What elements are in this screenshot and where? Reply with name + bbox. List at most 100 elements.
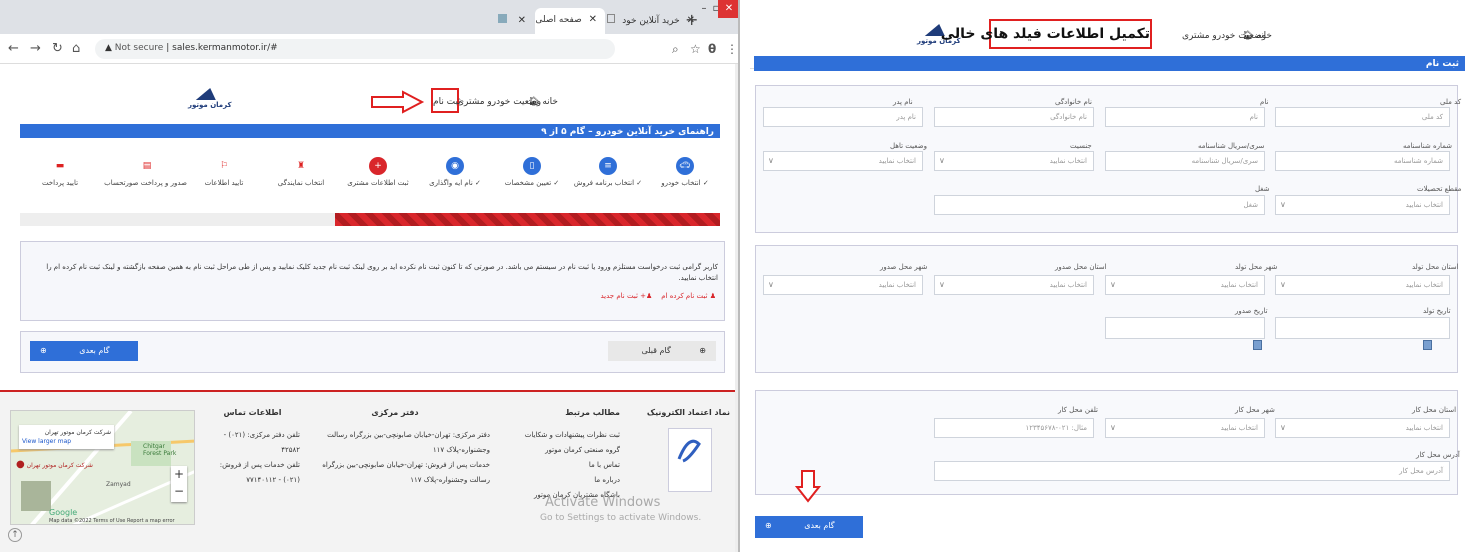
work-province-label: استان محل کار (1412, 406, 1457, 414)
step-8[interactable]: ▤ صدور و پرداخت صورتحساب (104, 157, 187, 187)
circle-arrow-icon: ⊕ (40, 346, 47, 355)
nav-register[interactable]: ثبت نام (433, 97, 461, 107)
forward-icon[interactable]: → (30, 41, 41, 56)
national-id-input[interactable]: کد ملی (1275, 107, 1450, 127)
close-icon[interactable]: ✕ (518, 15, 526, 26)
profile-icon[interactable]: θ (708, 42, 716, 56)
address-bar-row: ← → ↻ ⌂ ▲ Not secure | sales.kermanmotor… (0, 34, 738, 64)
trust-badge-icon[interactable] (668, 428, 712, 492)
logo-bird-icon (195, 88, 221, 100)
birth-cert-number-input[interactable]: شماره شناسنامه (1275, 151, 1450, 171)
issue-city-select[interactable]: انتخاب نمایید ∨ (763, 275, 923, 295)
auth-links: ♟ ثبت نام کرده ام ♟+ ثبت نام جدید (600, 292, 716, 300)
nav-vehicle-status[interactable]: وضعیت خودرو مشتری (457, 97, 541, 107)
work-phone-label: تلفن محل کار (1058, 406, 1099, 414)
marital-status-select[interactable]: انتخاب نمایید ∨ (763, 151, 923, 171)
chevron-down-icon: ∨ (1280, 280, 1286, 289)
chevron-down-icon: ∨ (1110, 280, 1116, 289)
tab-other[interactable]: ✕ (490, 8, 534, 34)
zoom-out-icon[interactable]: − (171, 483, 187, 500)
notice-text: کاربر گرامی ثبت درخواست مستلزم ورود یا ث… (46, 263, 718, 282)
map-pin-icon: ● (16, 459, 25, 470)
national-id-label: کد ملی (1440, 98, 1462, 106)
link-new-register[interactable]: ثبت نام جدید (600, 292, 637, 300)
issue-date-input[interactable] (1105, 317, 1265, 339)
marital-status-label: وضعیت تاهل (890, 142, 927, 150)
prev-step-button[interactable]: ⊕ گام قبلی (608, 341, 716, 361)
logo[interactable]: کرمان موتور (188, 88, 232, 114)
next-step-button[interactable]: ⊕ گام بعدی (755, 516, 863, 538)
step-3[interactable]: ▯ ✓ تعیین مشخصات (492, 157, 572, 187)
step-9[interactable]: ▬ تایید پرداخت (20, 157, 100, 187)
link-registered[interactable]: ثبت نام کرده ام (661, 292, 707, 300)
education-select[interactable]: انتخاب نمایید ∨ (1275, 195, 1450, 215)
work-city-select[interactable]: انتخاب نمایید ∨ (1105, 418, 1265, 438)
next-step-button[interactable]: ⊕ گام بعدی (30, 341, 138, 361)
page-icon (607, 14, 616, 23)
footer-link-feedback[interactable]: ثبت نظرات پیشنهادات و شکایات (500, 428, 620, 443)
nav-vehicle-status[interactable]: وضعیت خودرو مشتری (1182, 31, 1266, 41)
step-1[interactable]: 🚗︎ ✓ انتخاب خودرو (645, 157, 725, 187)
calendar-icon[interactable] (1423, 340, 1432, 350)
birth-city-select[interactable]: انتخاب نمایید ∨ (1105, 275, 1265, 295)
work-address-input[interactable]: آدرس محل کار (934, 461, 1450, 481)
invoice-icon: ▤ (142, 161, 152, 171)
step-2[interactable]: ≡ ✓ انتخاب برنامه فروش (568, 157, 648, 187)
work-province-select[interactable]: انتخاب نمایید ∨ (1275, 418, 1450, 438)
birth-cert-serial-input[interactable]: سری/سریال شناسنامه (1105, 151, 1265, 171)
view-larger-map-link[interactable]: View larger map (22, 437, 111, 446)
scrollbar[interactable] (735, 64, 738, 552)
calendar-icon[interactable] (1253, 340, 1262, 350)
back-icon[interactable]: ← (8, 41, 19, 56)
job-label: شغل (1255, 185, 1270, 193)
birth-province-select[interactable]: انتخاب نمایید ∨ (1275, 275, 1450, 295)
footer-link-about[interactable]: درباره ما (500, 473, 620, 488)
card-icon: ▬ (55, 161, 65, 171)
gender-label: جنسیت (1070, 142, 1092, 150)
footer-link-contact[interactable]: تماس با ما (500, 458, 620, 473)
gender-select[interactable]: انتخاب نمایید ∨ (934, 151, 1094, 171)
google-map[interactable]: شرکت کرمان موتور تهران View larger map ●… (10, 410, 195, 525)
birth-date-label: تاریخ تولد (1423, 307, 1451, 315)
step-5[interactable]: + ثبت اطلاعات مشتری (338, 157, 418, 187)
home-icon[interactable]: ⌂ (72, 41, 80, 56)
url-bar[interactable]: ▲ Not secure | sales.kermanmotor.ir/# (95, 39, 615, 59)
footer-link-group[interactable]: گروه صنعتی کرمان موتور (500, 443, 620, 458)
section-bar: ثبت نام (754, 56, 1465, 71)
star-icon[interactable]: ☆ (690, 42, 701, 56)
left-screenshot: ✕ خرید آنلاین خود ✕ صفحه اصلی ✕ + – ▫ ✕ … (0, 0, 740, 552)
zoom-controls[interactable]: + − (171, 466, 187, 502)
last-name-input[interactable]: نام خانوادگی (934, 107, 1094, 127)
footer-office-column: دفتر مرکزی دفتر مرکزی: تهران-خیابان صابو… (322, 408, 490, 484)
progress-bar (335, 213, 720, 226)
user-icon: ♟ (709, 292, 716, 300)
first-name-input[interactable]: نام (1105, 107, 1265, 127)
last-name-label: نام خانوادگی (1055, 98, 1092, 106)
tab-home[interactable]: ✕ صفحه اصلی (535, 8, 605, 34)
work-city-label: شهر محل کار (1235, 406, 1275, 414)
step-6[interactable]: ♜ انتخاب نمایندگی (261, 157, 341, 187)
education-label: مقطع تحصیلات (1417, 185, 1462, 193)
guide-bar: راهنمای خرید آنلاین خودرو – گام ۵ از ۹ (20, 124, 720, 138)
step-4[interactable]: ◉ ✓ نام ایه واگذاری (415, 157, 495, 187)
first-name-label: نام (1260, 98, 1269, 106)
close-window-icon[interactable]: ✕ (718, 0, 738, 18)
list-icon: ≡ (599, 157, 617, 175)
zoom-in-icon[interactable]: + (171, 466, 187, 483)
birth-date-input[interactable] (1275, 317, 1450, 339)
reload-icon[interactable]: ↻ (52, 41, 63, 56)
notice-panel: کاربر گرامی ثبت درخواست مستلزم ورود یا ث… (20, 241, 725, 321)
birth-city-label: شهر محل تولد (1235, 263, 1278, 271)
add-user-icon: ♟+ (640, 292, 653, 300)
job-input[interactable]: شغل (934, 195, 1265, 215)
browser-tab-bar: ✕ خرید آنلاین خود ✕ صفحه اصلی ✕ + – ▫ ✕ (0, 0, 738, 34)
zoom-icon[interactable]: ⌕ (672, 42, 679, 57)
scroll-top-icon[interactable]: ↑ (8, 528, 22, 542)
issue-province-select[interactable]: انتخاب نمایید ∨ (934, 275, 1094, 295)
warning-icon: ▲ (105, 43, 112, 53)
father-name-input[interactable]: نام پدر (763, 107, 923, 127)
work-phone-input[interactable]: مثال: ۰۲۱-۱۲۳۴۵۶۷۸ (934, 418, 1094, 438)
menu-icon[interactable]: ⋮ (726, 42, 738, 56)
step-7[interactable]: ⚐ تایید اطلاعات (184, 157, 264, 187)
close-icon[interactable]: ✕ (589, 14, 597, 25)
